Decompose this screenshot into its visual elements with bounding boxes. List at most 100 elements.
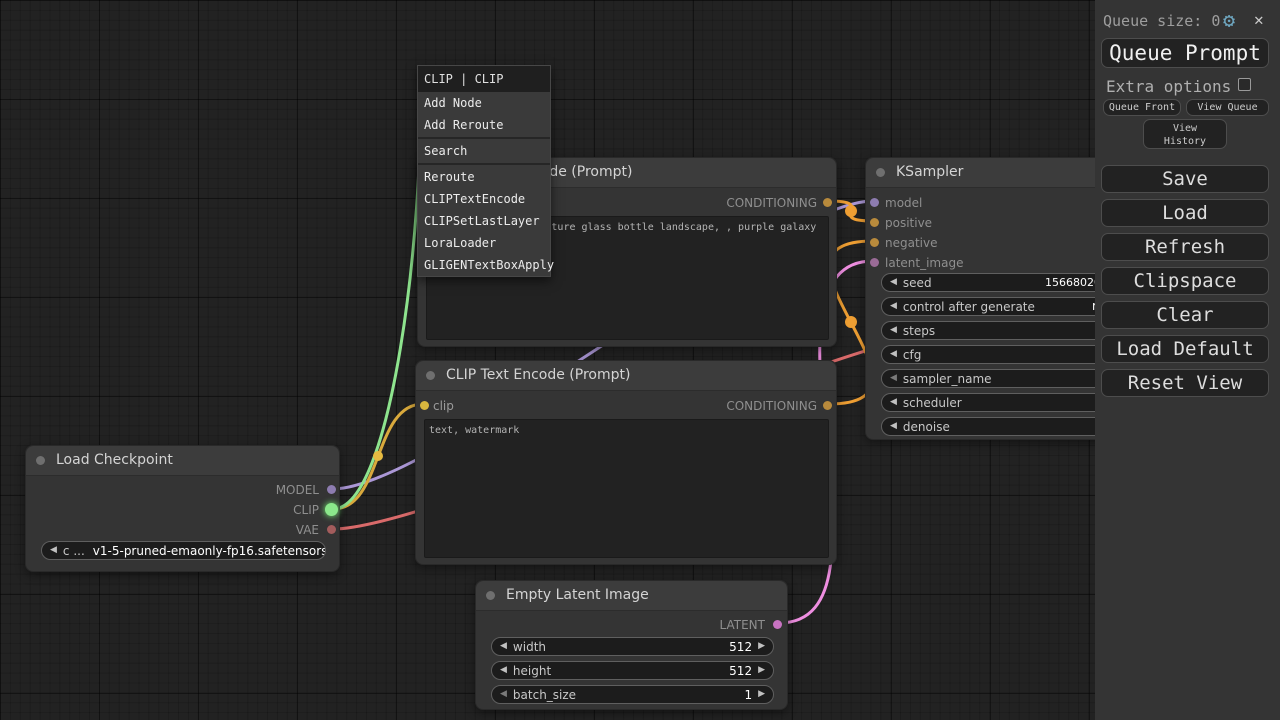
node-title-label: Empty Latent Image [506, 587, 649, 603]
input-label-positive: positive [885, 217, 932, 229]
next-arrow-icon[interactable]: ▶ [758, 685, 765, 704]
widget-label: height [513, 664, 551, 678]
input-dot-clip[interactable] [420, 401, 429, 410]
output-label-vae: VAE [296, 524, 319, 536]
next-arrow-icon[interactable]: ▶ [758, 661, 765, 680]
node-title[interactable]: Load Checkpoint [26, 446, 339, 476]
menu-item-search[interactable]: Search [418, 140, 550, 162]
input-dot-latent-image[interactable] [870, 258, 879, 267]
menu-separator [418, 137, 550, 139]
input-label-negative: negative [885, 237, 937, 249]
widget-value: v1-5-pruned-emaonly-fp16.safetensors [93, 544, 326, 558]
control-sidebar: Queue size: 0 ⚙ ✕ Queue Prompt Extra opt… [1095, 0, 1280, 720]
widget-value: 512 [729, 664, 752, 678]
input-dot-model[interactable] [870, 198, 879, 207]
input-dot-negative[interactable] [870, 238, 879, 247]
prev-arrow-icon[interactable]: ◀ [890, 321, 897, 340]
width-widget[interactable]: ◀ width 512 ▶ [491, 637, 774, 656]
output-dot-conditioning[interactable] [823, 401, 832, 410]
collapse-dot-icon[interactable] [486, 591, 495, 600]
widget-value: 1 [744, 688, 752, 702]
queue-front-button[interactable]: Queue Front [1103, 99, 1181, 116]
output-dot-model[interactable] [327, 485, 336, 494]
menu-item-loraloader[interactable]: LoraLoader [418, 232, 550, 254]
next-arrow-icon[interactable]: ▶ [758, 637, 765, 656]
widget-label: batch_size [513, 688, 576, 702]
widget-label: sampler_name [903, 372, 992, 386]
node-empty-latent-image[interactable]: Empty Latent Image LATENT ◀ width 512 ▶ … [475, 580, 788, 710]
load-button[interactable]: Load [1101, 199, 1269, 227]
output-label-conditioning: CONDITIONING [726, 197, 817, 209]
input-label-model: model [885, 197, 922, 209]
output-dot-vae[interactable] [327, 525, 336, 534]
menu-item-clipsetlastlayer[interactable]: CLIPSetLastLayer [418, 210, 550, 232]
collapse-dot-icon[interactable] [36, 456, 45, 465]
negative-prompt-textarea[interactable]: text, watermark [424, 419, 829, 558]
wire-drag-clip [333, 84, 420, 509]
prev-arrow-icon[interactable]: ◀ [890, 297, 897, 316]
output-dot-clip-highlighted[interactable] [325, 503, 338, 516]
queue-size-label: Queue size: 0 [1103, 12, 1220, 30]
settings-gear-icon[interactable]: ⚙ [1223, 8, 1235, 32]
menu-item-cliptextencode[interactable]: CLIPTextEncode [418, 188, 550, 210]
link-midpoint-dot [373, 451, 383, 461]
output-dot-latent[interactable] [773, 620, 782, 629]
node-title-label: CLIP Text Encode (Prompt) [446, 367, 630, 383]
widget-label: width [513, 640, 546, 654]
extra-options-label: Extra options [1106, 77, 1231, 96]
menu-item-reroute[interactable]: Reroute [418, 166, 550, 188]
input-label-latent-image: latent_image [885, 257, 963, 269]
output-label-conditioning: CONDITIONING [726, 400, 817, 412]
input-label-clip: clip [433, 400, 454, 412]
batch-size-widget[interactable]: ◀ batch_size 1 ▶ [491, 685, 774, 704]
context-menu: CLIP | CLIP Add Node Add Reroute Search … [417, 65, 551, 277]
clipspace-button[interactable]: Clipspace [1101, 267, 1269, 295]
extra-options-checkbox[interactable] [1238, 78, 1251, 91]
widget-label: seed [903, 276, 932, 290]
input-dot-positive[interactable] [870, 218, 879, 227]
collapse-dot-icon[interactable] [876, 168, 885, 177]
context-menu-title: CLIP | CLIP [418, 66, 550, 92]
reset-view-button[interactable]: Reset View [1101, 369, 1269, 397]
prev-arrow-icon[interactable]: ◀ [890, 393, 897, 412]
close-icon[interactable]: ✕ [1254, 10, 1264, 30]
node-graph-canvas[interactable]: Load Checkpoint MODEL CLIP VAE ◀ c ... v… [0, 0, 1280, 720]
widget-label: c ... [63, 544, 85, 558]
prev-arrow-icon[interactable]: ◀ [500, 637, 507, 656]
node-load-checkpoint[interactable]: Load Checkpoint MODEL CLIP VAE ◀ c ... v… [25, 445, 340, 572]
prev-arrow-icon[interactable]: ◀ [500, 685, 507, 704]
widget-label: steps [903, 324, 935, 338]
prev-arrow-icon[interactable]: ◀ [890, 417, 897, 436]
view-history-button[interactable]: View History [1143, 119, 1227, 149]
clear-button[interactable]: Clear [1101, 301, 1269, 329]
node-clip-text-encode-negative[interactable]: CLIP Text Encode (Prompt) clip CONDITION… [415, 360, 837, 565]
widget-label: control after generate [903, 300, 1035, 314]
collapse-dot-icon[interactable] [426, 371, 435, 380]
node-title[interactable]: Empty Latent Image [476, 581, 787, 611]
save-button[interactable]: Save [1101, 165, 1269, 193]
height-widget[interactable]: ◀ height 512 ▶ [491, 661, 774, 680]
load-default-button[interactable]: Load Default [1101, 335, 1269, 363]
menu-item-gligentextboxapply[interactable]: GLIGENTextBoxApply [418, 254, 550, 276]
node-title[interactable]: CLIP Text Encode (Prompt) [416, 361, 836, 391]
output-label-model: MODEL [276, 484, 319, 496]
prev-arrow-icon[interactable]: ◀ [50, 541, 57, 560]
ckpt-name-widget[interactable]: ◀ c ... v1-5-pruned-emaonly-fp16.safeten… [41, 541, 326, 560]
queue-prompt-button[interactable]: Queue Prompt [1101, 38, 1269, 68]
widget-label: cfg [903, 348, 921, 362]
widget-value: 512 [729, 640, 752, 654]
prev-arrow-icon[interactable]: ◀ [890, 345, 897, 364]
view-queue-button[interactable]: View Queue [1186, 99, 1269, 116]
prev-arrow-icon[interactable]: ◀ [890, 369, 897, 388]
prev-arrow-icon[interactable]: ◀ [500, 661, 507, 680]
refresh-button[interactable]: Refresh [1101, 233, 1269, 261]
node-title-label: Load Checkpoint [56, 452, 173, 468]
output-dot-conditioning[interactable] [823, 198, 832, 207]
node-title-label: KSampler [896, 164, 963, 180]
menu-separator [418, 163, 550, 165]
link-midpoint-dot [845, 205, 857, 217]
menu-item-add-node[interactable]: Add Node [418, 92, 550, 114]
prev-arrow-icon[interactable]: ◀ [890, 273, 897, 292]
menu-item-add-reroute[interactable]: Add Reroute [418, 114, 550, 136]
output-label-latent: LATENT [720, 619, 765, 631]
